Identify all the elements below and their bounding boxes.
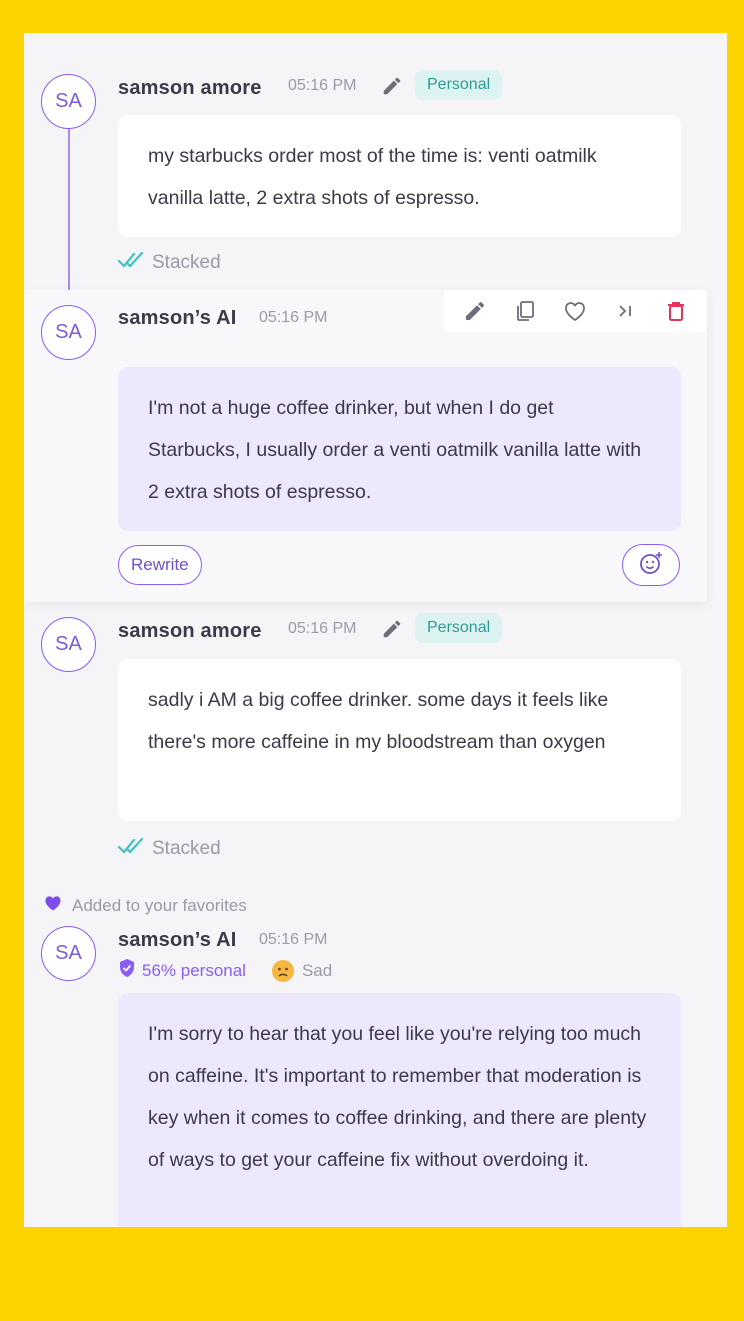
stacked-status: Stacked [117, 251, 221, 275]
personal-percentage: 56% personal [142, 960, 246, 980]
author-name: samson amore [118, 77, 262, 99]
avatar[interactable]: SA [41, 74, 96, 129]
avatar[interactable]: SA [41, 305, 96, 360]
message-bubble: I'm not a huge coffee drinker, but when … [118, 367, 681, 531]
timestamp: 05:16 PM [288, 77, 357, 94]
timestamp: 05:16 PM [288, 620, 357, 637]
personal-tag[interactable]: Personal [415, 613, 503, 643]
pencil-icon[interactable] [381, 618, 403, 640]
pencil-icon[interactable] [381, 75, 403, 97]
chat-panel: SA samson amore 05:16 PM Personal my sta… [24, 33, 727, 1227]
message-bubble: I'm sorry to hear that you feel like you… [118, 993, 681, 1227]
author-name: samson’s AI [118, 307, 237, 329]
double-check-icon [117, 837, 148, 861]
author-name: samson amore [118, 620, 262, 642]
shield-check-icon [118, 958, 136, 983]
author-name: samson’s AI [118, 929, 237, 951]
stacked-status: Stacked [117, 837, 221, 861]
personal-tag[interactable]: Personal [415, 70, 503, 100]
avatar[interactable]: SA [41, 926, 96, 981]
timestamp: 05:16 PM [259, 309, 328, 326]
double-check-icon [117, 251, 148, 275]
mood-indicator: Sad [271, 959, 333, 982]
message-toolbar [444, 290, 707, 332]
heart-filled-icon [42, 893, 64, 918]
message-bubble: my starbucks order most of the time is: … [118, 115, 681, 237]
avatar[interactable]: SA [41, 617, 96, 672]
favorite-note-text: Added to your favorites [72, 895, 247, 915]
message-bubble: sadly i AM a big coffee drinker. some da… [118, 659, 681, 821]
rewrite-button[interactable]: Rewrite [118, 545, 202, 585]
timestamp: 05:16 PM [259, 931, 328, 948]
mood-label: Sad [301, 960, 333, 980]
copy-icon[interactable] [511, 297, 539, 325]
trash-icon[interactable] [662, 297, 690, 325]
pencil-icon[interactable] [461, 297, 489, 325]
emoji-add-icon [638, 550, 664, 581]
stacked-label: Stacked [152, 252, 221, 273]
heart-icon[interactable] [561, 297, 589, 325]
add-reaction-button[interactable] [622, 544, 680, 586]
message-meta: 56% personal Sad [118, 958, 332, 983]
sad-face-icon [271, 959, 294, 982]
stacked-label: Stacked [152, 838, 221, 859]
skip-icon[interactable] [612, 297, 640, 325]
favorite-note: Added to your favorites [42, 893, 247, 918]
